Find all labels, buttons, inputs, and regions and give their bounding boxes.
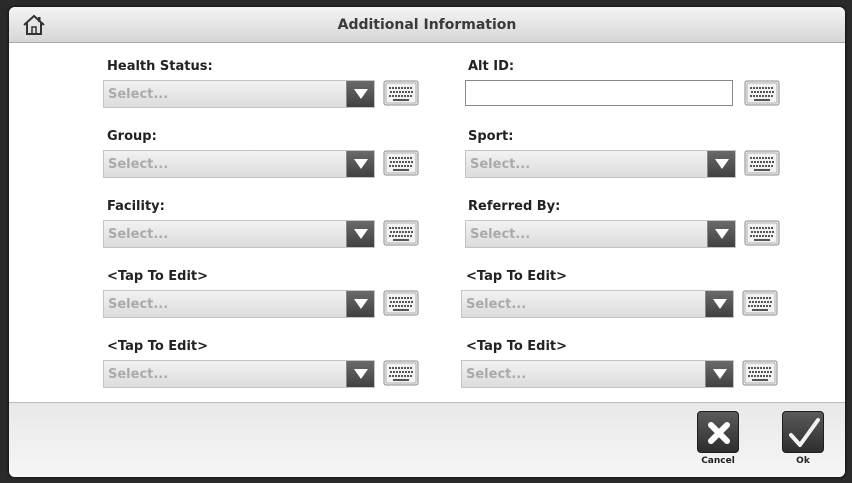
cancel-button-face — [697, 411, 739, 453]
custom-field-2-dropdown-arrow[interactable] — [346, 361, 374, 387]
triangle-down-icon — [354, 229, 368, 239]
sport-select-value: Select... — [470, 157, 531, 172]
custom-field-1-select-value: Select... — [108, 297, 169, 312]
custom-field-1-keyboard-icon[interactable] — [383, 290, 419, 316]
dialog-footer: Cancel Ok — [9, 402, 845, 477]
referred-by-keyboard-icon[interactable] — [744, 220, 780, 246]
custom-field-2-keyboard-icon[interactable] — [383, 360, 419, 386]
custom-field-4-dropdown-arrow[interactable] — [705, 361, 733, 387]
health-status-keyboard-icon[interactable] — [383, 80, 419, 106]
custom-field-3-keyboard-icon[interactable] — [742, 290, 778, 316]
custom-field-4-label[interactable]: <Tap To Edit> — [466, 339, 567, 354]
alt-id-keyboard-icon[interactable] — [744, 80, 780, 106]
triangle-down-icon — [715, 159, 729, 169]
triangle-down-icon — [713, 299, 727, 309]
facility-dropdown-arrow[interactable] — [346, 221, 374, 247]
sport-label: Sport: — [468, 129, 514, 144]
triangle-down-icon — [354, 89, 368, 99]
health-status-dropdown-arrow[interactable] — [346, 81, 374, 107]
triangle-down-icon — [354, 369, 368, 379]
page-title: Additional Information — [337, 17, 517, 33]
health-status-select-value: Select... — [108, 87, 169, 102]
facility-keyboard-icon[interactable] — [383, 220, 419, 246]
custom-field-2-select[interactable]: Select... — [103, 360, 375, 388]
alt-id-input[interactable] — [465, 80, 733, 106]
triangle-down-icon — [715, 229, 729, 239]
custom-field-3-select[interactable]: Select... — [461, 290, 734, 318]
facility-label: Facility: — [107, 199, 165, 214]
triangle-down-icon — [713, 369, 727, 379]
custom-field-2-select-value: Select... — [108, 367, 169, 382]
facility-select-value: Select... — [108, 227, 169, 242]
triangle-down-icon — [354, 299, 368, 309]
custom-field-3-dropdown-arrow[interactable] — [705, 291, 733, 317]
health-status-label: Health Status: — [107, 59, 213, 74]
ok-button-label: Ok — [796, 456, 810, 466]
alt-id-label: Alt ID: — [468, 59, 515, 74]
custom-field-4-keyboard-icon[interactable] — [742, 360, 778, 386]
custom-field-1-select[interactable]: Select... — [103, 290, 375, 318]
additional-information-dialog: Additional Information Health Status: Se… — [9, 7, 845, 477]
custom-field-4-select[interactable]: Select... — [461, 360, 734, 388]
cancel-button[interactable]: Cancel — [697, 411, 739, 469]
custom-field-1-label[interactable]: <Tap To Edit> — [107, 269, 208, 284]
custom-field-1-dropdown-arrow[interactable] — [346, 291, 374, 317]
referred-by-select-value: Select... — [470, 227, 531, 242]
facility-select[interactable]: Select... — [103, 220, 375, 248]
custom-field-2-label[interactable]: <Tap To Edit> — [107, 339, 208, 354]
referred-by-label: Referred By: — [468, 199, 561, 214]
sport-keyboard-icon[interactable] — [744, 150, 780, 176]
sport-dropdown-arrow[interactable] — [707, 151, 735, 177]
custom-field-4-select-value: Select... — [466, 367, 527, 382]
x-icon — [708, 422, 730, 444]
ok-button-face — [782, 411, 824, 453]
title-bar: Additional Information — [9, 7, 845, 43]
cancel-button-label: Cancel — [701, 456, 735, 466]
health-status-select[interactable]: Select... — [103, 80, 375, 108]
custom-field-3-label[interactable]: <Tap To Edit> — [466, 269, 567, 284]
referred-by-dropdown-arrow[interactable] — [707, 221, 735, 247]
group-select[interactable]: Select... — [103, 150, 375, 178]
ok-button[interactable]: Ok — [782, 411, 824, 469]
sport-select[interactable]: Select... — [465, 150, 736, 178]
group-dropdown-arrow[interactable] — [346, 151, 374, 177]
triangle-down-icon — [354, 159, 368, 169]
referred-by-select[interactable]: Select... — [465, 220, 736, 248]
group-keyboard-icon[interactable] — [383, 150, 419, 176]
group-select-value: Select... — [108, 157, 169, 172]
checkmark-icon — [789, 418, 820, 447]
group-label: Group: — [107, 129, 157, 144]
custom-field-3-select-value: Select... — [466, 297, 527, 312]
